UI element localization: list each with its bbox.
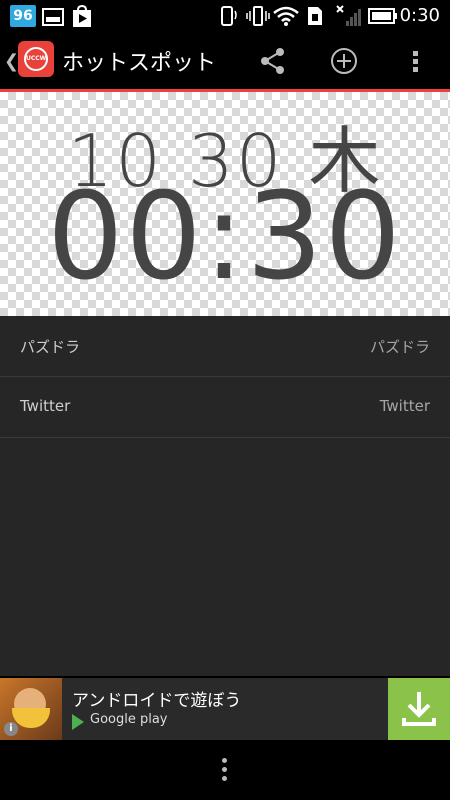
signal-icon [336,5,361,26]
list-item-label: Twitter [20,397,71,415]
google-play-icon [72,714,84,730]
status-time: 0:30 [399,5,440,26]
ad-info-icon[interactable]: i [4,722,18,736]
phone-icon [221,6,237,26]
widget-clock: 00:30 [47,168,403,307]
menu-icon[interactable] [222,758,228,782]
ad-banner[interactable]: i アンドロイドで遊ぼう Google play [0,678,450,740]
download-icon [402,692,436,726]
app-logo-icon[interactable]: UCCW [18,41,54,77]
vibrate-icon [246,6,270,26]
app-logo-text: UCCW [26,55,47,62]
hotspot-list: パズドラ パズドラ Twitter Twitter [0,316,450,676]
list-item[interactable]: パズドラ パズドラ [0,316,450,377]
status-bar: 96 0:30 [0,0,450,33]
widget-preview[interactable]: 10 30 木 00:30 [0,92,450,316]
battery-icon [368,8,397,24]
download-button[interactable] [388,678,450,740]
share-icon[interactable] [255,43,291,79]
google-play-label: Google play [90,712,168,727]
ad-headline: アンドロイドで遊ぼう [72,691,242,711]
app-bar: ❮ UCCW ホットスポット [0,33,450,92]
back-chevron-icon[interactable]: ❮ [4,51,19,72]
list-item[interactable]: Twitter Twitter [0,377,450,438]
list-item-value: Twitter [379,397,430,415]
play-store-icon [73,5,91,27]
game-thumbnail[interactable]: i [0,678,62,740]
sd-card-icon [308,7,322,25]
image-icon [42,8,64,26]
wifi-icon [273,6,299,26]
overflow-menu-icon[interactable] [398,43,434,79]
notification-badge: 96 [10,5,36,27]
add-icon[interactable] [326,43,362,79]
page-title: ホットスポット [62,51,217,76]
navigation-bar [0,740,450,800]
list-item-value: パズドラ [369,338,430,356]
list-item-label: パズドラ [20,338,81,356]
